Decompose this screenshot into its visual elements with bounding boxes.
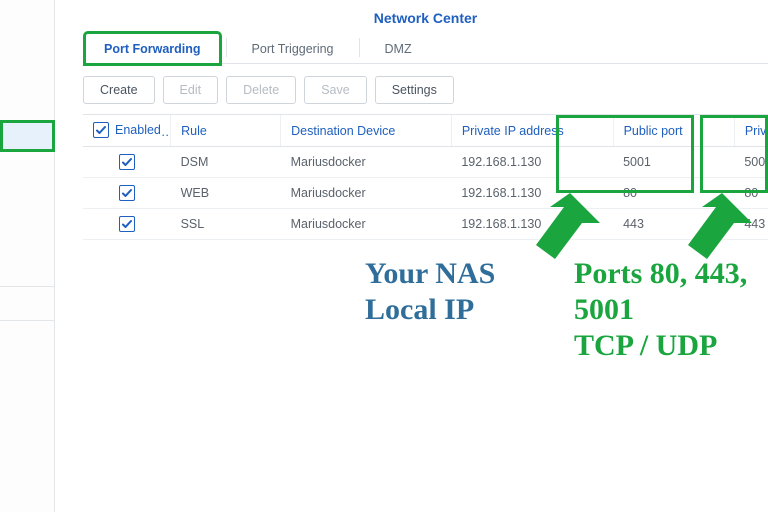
cell-destination: Mariusdocker <box>281 178 452 209</box>
annotation-line: Ports 80, 443, 5001 <box>574 257 747 326</box>
annotation-line: Your NAS <box>365 257 495 290</box>
cell-rule: WEB <box>171 178 281 209</box>
cell-private-ip: 192.168.1.130 <box>451 147 613 178</box>
delete-button[interactable]: Delete <box>226 76 296 104</box>
sidebar-divider <box>0 320 55 321</box>
annotation-line: Local IP <box>365 293 474 326</box>
cell-private-port: 5001 <box>734 147 768 178</box>
table-row[interactable]: WEB Mariusdocker 192.168.1.130 80 80 <box>83 178 768 209</box>
table-header-row: Enabled Rule Destination Device Private … <box>83 115 768 147</box>
tab-bar: Port Forwarding Port Triggering DMZ <box>83 32 768 64</box>
cell-rule: DSM <box>171 147 281 178</box>
sidebar-item-active[interactable] <box>0 120 55 152</box>
col-private-port[interactable]: Private port <box>734 115 768 147</box>
sidebar-divider <box>0 286 55 287</box>
toolbar: Create Edit Delete Save Settings <box>83 64 768 114</box>
sidebar <box>0 0 55 512</box>
window-title: Network Center <box>83 0 768 32</box>
arrow-icon <box>520 193 600 263</box>
tab-port-triggering[interactable]: Port Triggering <box>233 33 353 64</box>
table-row[interactable]: SSL Mariusdocker 192.168.1.130 443 443 <box>83 209 768 240</box>
arrow-icon <box>672 193 752 263</box>
tab-port-forwarding[interactable]: Port Forwarding <box>85 33 220 64</box>
col-private-ip[interactable]: Private IP address <box>451 115 613 147</box>
tab-separator <box>359 38 360 57</box>
annotation-ports-caption: Ports 80, 443, 5001 TCP / UDP <box>574 256 768 364</box>
row-enabled-checkbox[interactable] <box>119 185 135 201</box>
save-button[interactable]: Save <box>304 76 367 104</box>
cell-enabled <box>83 209 171 240</box>
tab-dmz[interactable]: DMZ <box>366 33 431 64</box>
cell-public-port: 5001 <box>613 147 734 178</box>
rules-table: Enabled Rule Destination Device Private … <box>83 115 768 240</box>
col-enabled[interactable]: Enabled <box>83 115 171 147</box>
cell-destination: Mariusdocker <box>281 147 452 178</box>
col-enabled-label: Enabled <box>115 123 161 137</box>
cell-enabled <box>83 178 171 209</box>
col-rule[interactable]: Rule <box>171 115 281 147</box>
row-enabled-checkbox[interactable] <box>119 216 135 232</box>
annotation-line: TCP / UDP <box>574 329 717 362</box>
col-destination[interactable]: Destination Device <box>281 115 452 147</box>
cell-rule: SSL <box>171 209 281 240</box>
settings-button[interactable]: Settings <box>375 76 454 104</box>
table-row[interactable]: DSM Mariusdocker 192.168.1.130 5001 5001 <box>83 147 768 178</box>
row-enabled-checkbox[interactable] <box>119 154 135 170</box>
annotation-ip-caption: Your NAS Local IP <box>365 256 495 328</box>
rules-table-wrap: Enabled Rule Destination Device Private … <box>83 114 768 240</box>
cell-enabled <box>83 147 171 178</box>
col-public-port[interactable]: Public port <box>613 115 734 147</box>
tab-separator <box>226 38 227 57</box>
cell-destination: Mariusdocker <box>281 209 452 240</box>
create-button[interactable]: Create <box>83 76 155 104</box>
edit-button[interactable]: Edit <box>163 76 219 104</box>
select-all-checkbox[interactable] <box>93 122 109 138</box>
